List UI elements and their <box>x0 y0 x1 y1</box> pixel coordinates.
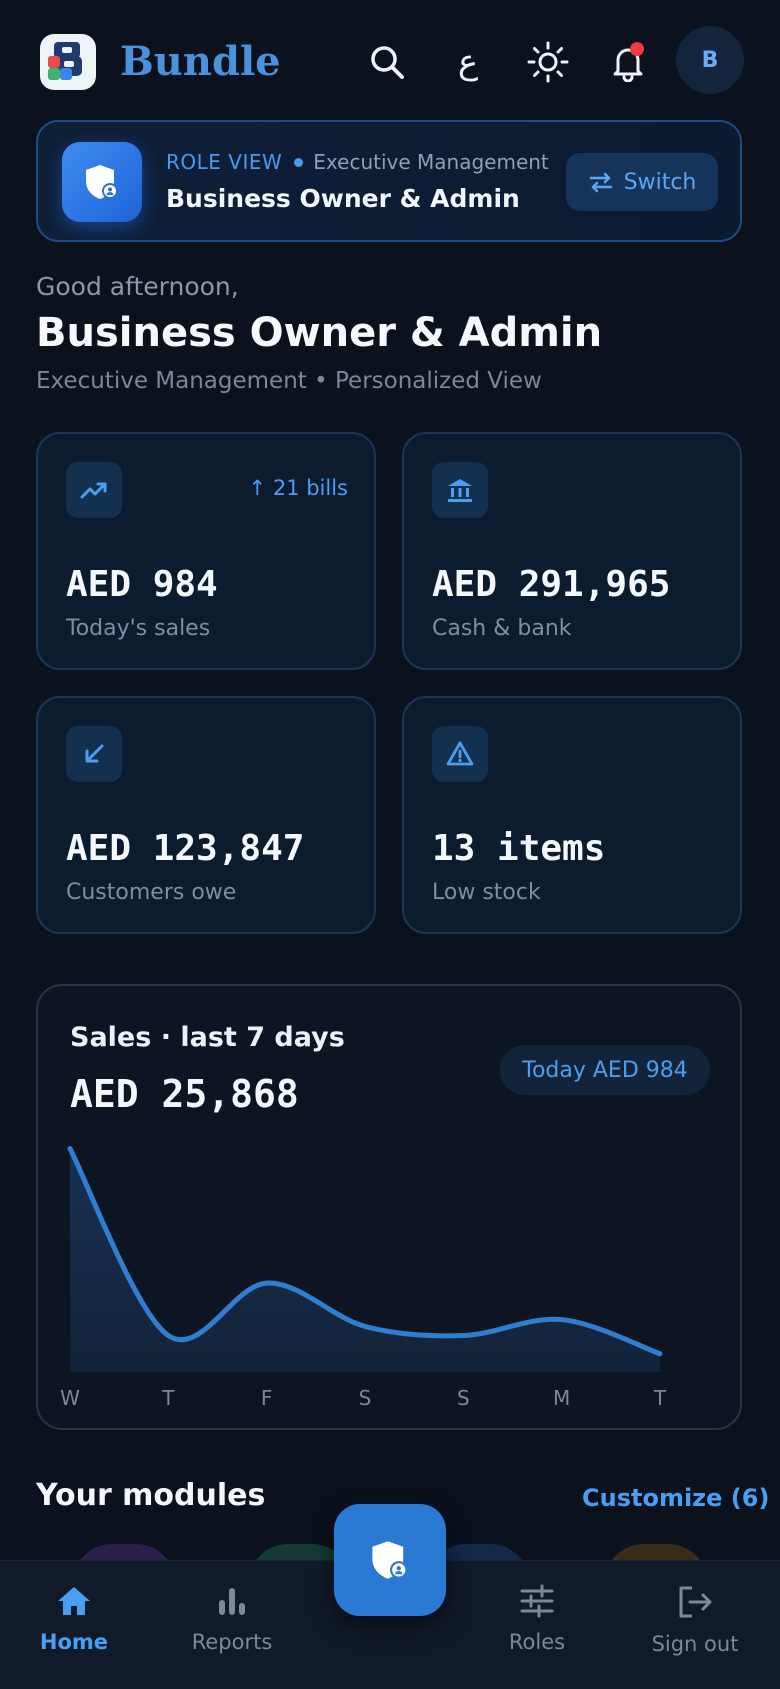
x-tick-label: S <box>457 1386 470 1410</box>
nav-label: Home <box>39 1630 109 1654</box>
stat-icon-box <box>432 462 488 518</box>
stat-icon-box <box>66 462 122 518</box>
nav-home[interactable]: Home <box>4 1584 144 1654</box>
sliders-icon <box>520 1584 554 1618</box>
page-title: Business Owner & Admin <box>36 310 603 356</box>
role-department: Executive Management <box>313 150 549 174</box>
modules-title: Your modules <box>36 1478 266 1513</box>
swap-arrows-icon <box>589 172 612 193</box>
stat-label: Low stock <box>432 880 541 905</box>
stat-card-customers-owe[interactable]: AED 123,847 Customers owe <box>36 696 376 934</box>
nav-label: Roles <box>508 1630 566 1654</box>
stat-icon-box <box>432 726 488 782</box>
x-tick-label: T <box>653 1386 667 1410</box>
chart-area <box>70 1148 660 1372</box>
stat-icon-box <box>66 726 122 782</box>
shield-user-icon <box>86 165 118 199</box>
sales-line-chart: WTFSSMT <box>60 1146 667 1410</box>
theme-toggle-button[interactable] <box>524 38 572 86</box>
x-tick-label: S <box>359 1386 372 1410</box>
search-icon <box>371 46 404 79</box>
chart-series-line <box>67 1146 663 1357</box>
stat-card-todays-sales[interactable]: ↑ 21 bills AED 984 Today's sales <box>36 432 376 670</box>
stat-label: Today's sales <box>66 616 211 641</box>
language-toggle[interactable]: ع <box>444 38 492 86</box>
role-fab-button[interactable] <box>334 1504 446 1616</box>
x-tick-label: M <box>553 1386 570 1410</box>
x-tick-label: F <box>261 1386 273 1410</box>
stat-value: AED 123,847 <box>66 828 305 869</box>
arrow-down-left-icon <box>85 744 104 763</box>
home-icon <box>58 1587 90 1615</box>
greeting-salutation: Good afternoon, <box>36 272 239 301</box>
role-view-label: ROLE VIEW <box>166 150 283 174</box>
stat-card-low-stock[interactable]: 13 items Low stock <box>402 696 742 934</box>
switch-label: Switch <box>623 169 697 195</box>
trending-up-icon <box>80 482 107 499</box>
notifications-button[interactable] <box>604 38 652 86</box>
stat-value: AED 984 <box>66 564 218 605</box>
nav-roles[interactable]: Roles <box>467 1584 607 1654</box>
switch-role-button[interactable]: Switch <box>566 153 718 211</box>
stat-label: Cash & bank <box>432 616 572 641</box>
bank-icon <box>448 479 472 502</box>
shield-user-icon <box>372 1541 408 1579</box>
nav-sign-out[interactable]: Sign out <box>625 1584 765 1656</box>
stat-card-cash-bank[interactable]: AED 291,965 Cash & bank <box>402 432 742 670</box>
sun-icon <box>527 41 569 83</box>
separator-dot <box>294 158 304 167</box>
arrow-up-icon: ↑ <box>248 476 273 500</box>
role-meta: ROLE VIEW Executive Management <box>166 150 549 174</box>
role-name: Business Owner & Admin <box>166 184 520 213</box>
nav-label: Sign out <box>651 1632 739 1656</box>
nav-label: Reports <box>191 1630 273 1654</box>
avatar[interactable]: B <box>676 26 744 94</box>
x-tick-label: W <box>60 1386 80 1410</box>
search-button[interactable] <box>363 38 411 86</box>
bar-chart-icon <box>219 1588 245 1615</box>
bills-badge: ↑ 21 bills <box>248 476 348 500</box>
notification-dot <box>630 42 644 56</box>
stat-label: Customers owe <box>66 880 237 905</box>
stat-value: 13 items <box>432 828 606 869</box>
warning-icon <box>446 741 474 766</box>
logo-mark-icon <box>48 42 82 80</box>
x-tick-label: T <box>161 1386 175 1410</box>
customize-modules-link[interactable]: Customize (6) <box>582 1484 769 1512</box>
greeting-subtitle: Executive Management • Personalized View <box>36 368 542 394</box>
role-badge <box>62 142 142 222</box>
nav-reports[interactable]: Reports <box>162 1584 302 1654</box>
app-logo <box>40 34 96 90</box>
chart-total: AED 25,868 <box>70 1072 299 1116</box>
stat-value: AED 291,965 <box>432 564 671 605</box>
chart-title: Sales · last 7 days <box>70 1022 345 1053</box>
brand-name: Bundle <box>120 38 281 85</box>
today-sales-pill: Today AED 984 <box>500 1045 710 1095</box>
sign-out-icon <box>679 1586 712 1618</box>
